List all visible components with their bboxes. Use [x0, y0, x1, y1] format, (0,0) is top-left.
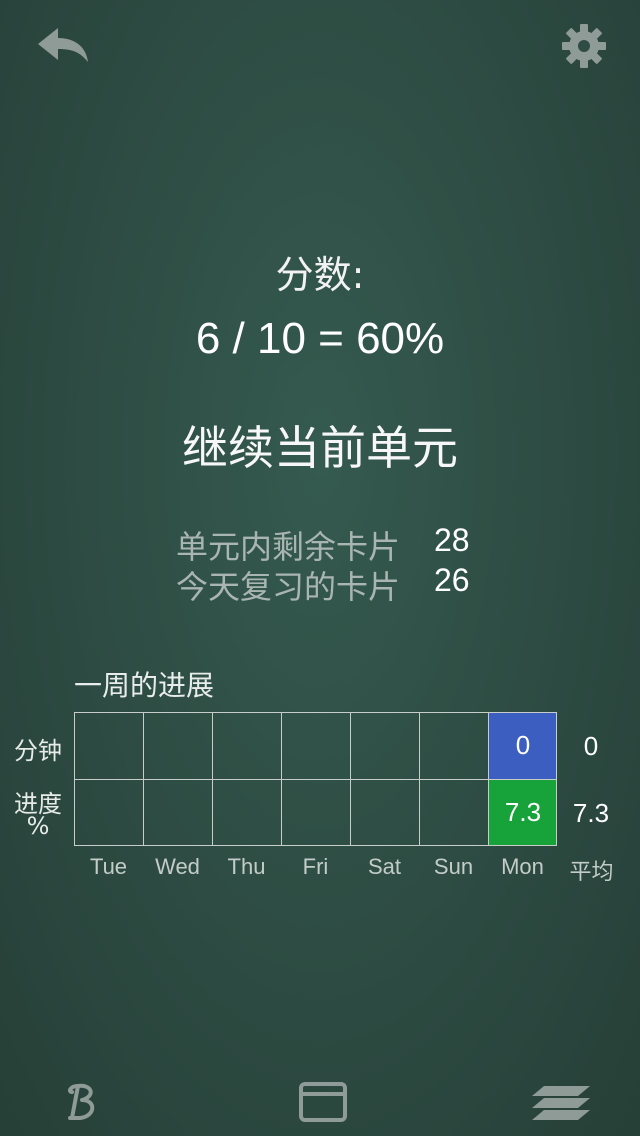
continue-current-unit-button[interactable]: 继续当前单元	[120, 412, 520, 478]
script-b-button[interactable]	[62, 1078, 106, 1126]
remaining-cards-value: 28	[434, 522, 470, 558]
minutes-cell-mon: 0	[488, 712, 557, 779]
card-stack-icon	[532, 1086, 590, 1120]
progress-cell-fri	[281, 779, 350, 846]
card-stack-button[interactable]	[530, 1082, 592, 1124]
day-label-tue: Tue	[89, 854, 128, 879]
progress-cell-sat	[350, 779, 419, 846]
reviewed-today-value: 26	[434, 562, 470, 598]
weekly-progress-title: 一周的进展	[74, 669, 215, 702]
progress-row-label-percent: %	[26, 812, 50, 840]
remaining-cards-row: 单元内剩余卡片 28	[0, 522, 640, 566]
minutes-cell-fri	[281, 712, 350, 779]
minutes-cell-wed	[143, 712, 212, 779]
gear-icon	[562, 24, 606, 68]
progress-cell-wed	[143, 779, 212, 846]
settings-button[interactable]	[560, 22, 608, 70]
minutes-cell-sun	[419, 712, 488, 779]
back-arrow-icon	[38, 28, 88, 62]
back-button[interactable]	[34, 24, 92, 70]
score-label: 分数:	[275, 253, 365, 297]
minutes-cell-value: 0	[515, 730, 531, 760]
reviewed-today-label: 今天复习的卡片	[175, 568, 400, 606]
day-label-sat: Sat	[367, 854, 402, 879]
day-label-fri: Fri	[302, 854, 329, 879]
weekly-progress-grid: 0 7.3	[74, 712, 557, 846]
average-progress-value: 7.3	[572, 798, 610, 828]
minutes-cell-tue	[74, 712, 143, 779]
day-label-wed: Wed	[155, 854, 200, 879]
day-label-mon: Mon	[501, 854, 544, 879]
average-minutes-value: 0	[583, 731, 599, 761]
progress-cell-value: 7.3	[504, 797, 542, 827]
day-label-sun: Sun	[433, 854, 474, 879]
reviewed-today-row: 今天复习的卡片 26	[0, 562, 640, 606]
progress-cell-thu	[212, 779, 281, 846]
progress-cell-tue	[74, 779, 143, 846]
script-b-icon	[68, 1083, 95, 1120]
minutes-cell-thu	[212, 712, 281, 779]
card-window-icon	[299, 1082, 347, 1122]
score-value: 6 / 10 = 60%	[195, 314, 445, 363]
average-label: 平均	[569, 859, 614, 884]
card-window-button[interactable]	[298, 1080, 348, 1124]
progress-cell-mon: 7.3	[488, 779, 557, 846]
progress-cell-sun	[419, 779, 488, 846]
day-label-thu: Thu	[227, 854, 266, 879]
minutes-row-label: 分钟	[14, 737, 62, 765]
minutes-cell-sat	[350, 712, 419, 779]
